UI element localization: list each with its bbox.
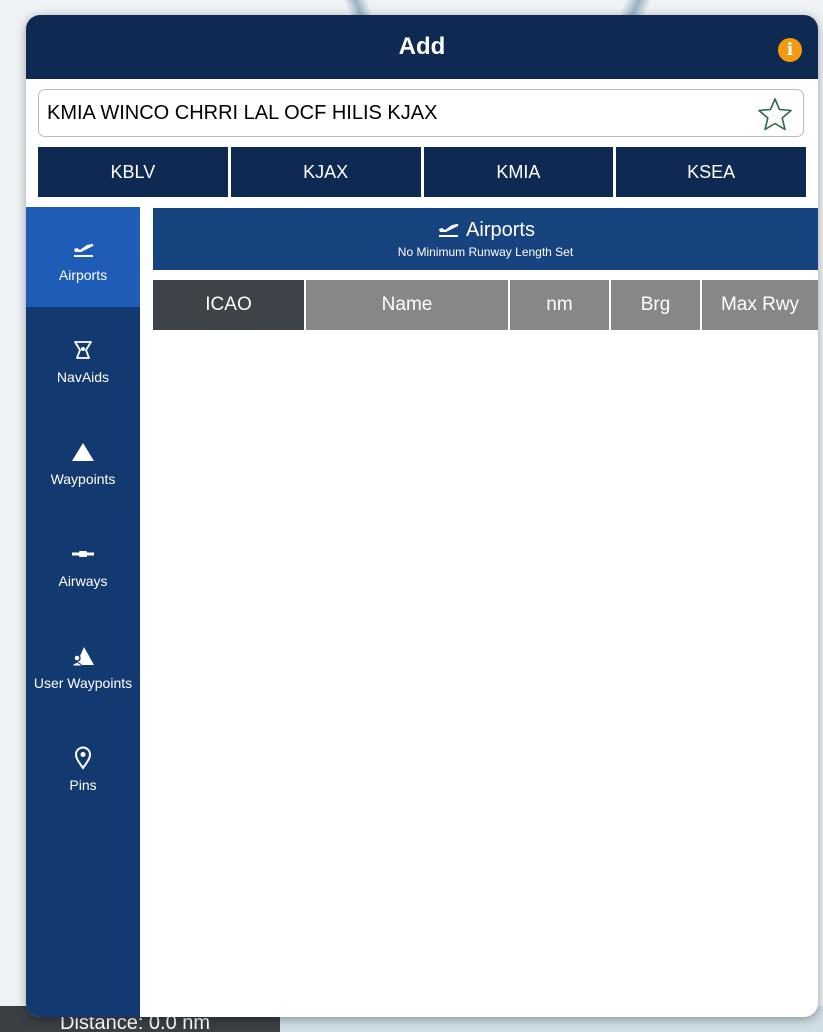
- quick-airport-row: KBLV KJAX KMIA KSEA: [38, 147, 806, 197]
- sidebar-item-label: Airways: [58, 573, 108, 589]
- airplane-takeoff-icon: [26, 235, 140, 261]
- popover-header: Add i: [26, 15, 818, 79]
- column-header-brg[interactable]: Brg: [611, 280, 700, 330]
- quick-airport-button[interactable]: KBLV: [38, 147, 228, 197]
- column-header-max-rwy[interactable]: Max Rwy: [702, 280, 818, 330]
- sidebar-item-label: Airports: [58, 267, 108, 283]
- sidebar-item-label: User Waypoints: [33, 675, 133, 691]
- sidebar-item-airways[interactable]: Airways: [26, 513, 140, 613]
- airway-icon: [26, 541, 140, 567]
- sidebar-item-label: Pins: [69, 777, 97, 793]
- column-header-icao[interactable]: ICAO: [153, 280, 304, 330]
- info-icon[interactable]: i: [778, 38, 802, 62]
- sidebar-item-navaids[interactable]: NavAids: [26, 309, 140, 409]
- results-subtitle: No Minimum Runway Length Set: [397, 245, 574, 259]
- sidebar-item-airports[interactable]: Airports: [26, 207, 140, 307]
- results-table-header: ICAO Name nm Brg Max Rwy: [153, 280, 818, 330]
- sidebar-item-user-waypoints[interactable]: User Waypoints: [26, 615, 140, 715]
- star-outline-icon[interactable]: [757, 96, 793, 132]
- popover-title: Add: [398, 33, 446, 60]
- route-input[interactable]: KMIA WINCO CHRRI LAL OCF HILIS KJAX: [38, 89, 804, 137]
- pin-icon: [26, 745, 140, 771]
- sidebar-item-label: Waypoints: [50, 471, 116, 487]
- user-waypoint-icon: [26, 643, 140, 669]
- route-text: KMIA WINCO CHRRI LAL OCF HILIS KJAX: [47, 102, 438, 124]
- quick-airport-button[interactable]: KSEA: [616, 147, 806, 197]
- add-popover: Add i KMIA WINCO CHRRI LAL OCF HILIS KJA…: [26, 15, 818, 1017]
- column-header-nm[interactable]: nm: [510, 280, 609, 330]
- airplane-takeoff-icon: [439, 224, 459, 237]
- quick-airport-button[interactable]: KMIA: [423, 147, 614, 197]
- results-title: Airports: [466, 219, 535, 241]
- sidebar-item-pins[interactable]: Pins: [26, 717, 140, 817]
- navaid-icon: [26, 337, 140, 363]
- category-sidebar: Airports NavAids Waypoints Airways User …: [26, 207, 140, 1017]
- quick-airport-button[interactable]: KJAX: [230, 147, 421, 197]
- sidebar-item-waypoints[interactable]: Waypoints: [26, 411, 140, 511]
- triangle-icon: [26, 439, 140, 465]
- sidebar-item-label: NavAids: [56, 369, 110, 385]
- column-header-name[interactable]: Name: [306, 280, 508, 330]
- results-header: Airports No Minimum Runway Length Set: [153, 208, 818, 270]
- results-title-row: Airports: [153, 218, 818, 242]
